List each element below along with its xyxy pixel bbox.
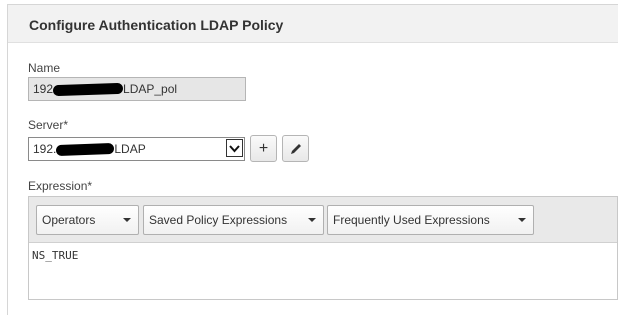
saved-expressions-dropdown[interactable]: Saved Policy Expressions <box>143 205 324 235</box>
name-field[interactable]: 192 LDAP_pol <box>28 77 246 101</box>
panel-title: Configure Authentication LDAP Policy <box>29 17 284 33</box>
operators-dropdown-label: Operators <box>42 213 96 227</box>
edit-server-button[interactable] <box>282 135 309 162</box>
chevron-down-icon[interactable] <box>226 139 243 157</box>
panel-header: Configure Authentication LDAP Policy <box>8 5 618 43</box>
name-label: Name <box>28 61 61 75</box>
frequent-expressions-label: Frequently Used Expressions <box>333 213 490 227</box>
expression-label: Expression* <box>28 179 93 193</box>
pencil-icon <box>290 143 301 154</box>
name-value-prefix: 192 <box>33 82 54 96</box>
expression-editor[interactable]: Operators Saved Policy Expressions Frequ… <box>28 196 618 300</box>
redaction-mark <box>52 83 124 97</box>
caret-down-icon <box>123 218 131 222</box>
add-server-button[interactable]: + <box>250 135 277 162</box>
expression-text[interactable]: NS_TRUE <box>32 249 78 262</box>
saved-expressions-label: Saved Policy Expressions <box>149 213 288 227</box>
caret-down-icon <box>308 218 316 222</box>
name-value-suffix: LDAP_pol <box>123 82 178 96</box>
caret-down-icon <box>518 218 526 222</box>
server-select[interactable]: 192. LDAP <box>28 137 245 161</box>
server-value-suffix: LDAP <box>114 142 146 156</box>
plus-icon: + <box>258 139 269 157</box>
server-label: Server* <box>28 118 69 132</box>
operators-dropdown[interactable]: Operators <box>36 205 139 235</box>
redaction-mark <box>56 143 115 157</box>
server-value-prefix: 192. <box>33 142 57 156</box>
frequent-expressions-dropdown[interactable]: Frequently Used Expressions <box>327 205 534 235</box>
expression-toolbar: Operators Saved Policy Expressions Frequ… <box>29 197 617 243</box>
